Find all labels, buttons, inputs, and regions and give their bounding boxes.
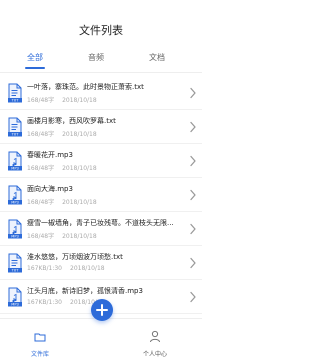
file-list-item[interactable]: TXT 一叶落，寨珠范。此时景物正萧索.txt 168/48字 2018/10/18: [0, 76, 202, 110]
file-kind-badge: TXT: [11, 99, 20, 103]
file-kind-badge: MP3: [11, 167, 19, 171]
chevron-right-icon: [190, 257, 196, 269]
file-date: 2018/10/18: [62, 131, 97, 138]
file-name: 面向大海.mp3: [27, 185, 73, 193]
chevron-right-icon: [190, 189, 196, 201]
audio-file-icon: MP3: [8, 151, 22, 171]
file-size: 167KB/1:30: [27, 299, 62, 306]
file-list-item[interactable]: MP3 春暖花开.mp3 168/48字 2018/10/18: [0, 144, 202, 178]
file-date: 2018/10/18: [62, 165, 97, 172]
nav-label-profile: 个人中心: [142, 351, 167, 358]
file-size: 168/48字: [27, 199, 55, 206]
nav-profile[interactable]: 个人中心: [125, 319, 185, 361]
file-meta: 168/48字 2018/10/18: [27, 231, 105, 240]
file-name: 淮水悠悠，万顷烟波万顷愁.txt: [27, 253, 123, 261]
active-tab-indicator: [25, 67, 45, 69]
nav-label-file-library: 文件库: [30, 351, 49, 358]
tab-documents[interactable]: 文档: [137, 52, 177, 63]
tab-audio[interactable]: 音频: [76, 52, 116, 63]
chevron-right-icon: [190, 223, 196, 235]
text-file-icon: TXT: [8, 253, 22, 273]
file-date: 2018/10/18: [70, 265, 105, 272]
file-name: 一叶落，寨珠范。此时景物正萧索.txt: [27, 83, 144, 91]
nav-file-library[interactable]: 文件库: [10, 319, 70, 361]
file-name: 春暖花开.mp3: [27, 151, 73, 159]
file-size: 168/48字: [27, 131, 55, 138]
user-icon: [150, 330, 160, 343]
chevron-right-icon: [190, 121, 196, 133]
text-file-icon: TXT: [8, 83, 22, 103]
chevron-right-icon: [190, 291, 196, 303]
file-list-item[interactable]: MP3 面向大海.mp3 168/48字 2018/10/18: [0, 178, 202, 212]
file-meta: 168/48字 2018/10/18: [27, 163, 105, 172]
chevron-right-icon: [190, 87, 196, 99]
audio-file-icon: MP3: [8, 287, 22, 307]
file-kind-badge: MP3: [11, 235, 19, 239]
file-meta: 168/48字 2018/10/18: [27, 197, 105, 206]
file-size: 167KB/1:30: [27, 265, 62, 272]
file-list-item[interactable]: TXT 淮水悠悠，万顷烟波万顷愁.txt 167KB/1:30 2018/10/18: [0, 246, 202, 280]
file-meta: 168/48字 2018/10/18: [27, 95, 105, 104]
folder-icon: [34, 333, 46, 342]
file-kind-badge: TXT: [11, 269, 20, 273]
file-meta: 167KB/1:30 2018/10/18: [27, 265, 113, 272]
audio-file-icon: MP3: [8, 219, 22, 239]
file-meta: 168/48字 2018/10/18: [27, 129, 105, 138]
text-file-icon: TXT: [8, 117, 22, 137]
file-size: 168/48字: [27, 165, 55, 172]
add-file-button[interactable]: [91, 299, 113, 321]
page-title: 文件列表: [79, 24, 123, 37]
bottom-nav: 文件库 个人中心: [0, 318, 202, 361]
file-name: 江头月底，新诗旧梦，孤恨清香.mp3: [27, 287, 143, 295]
chevron-right-icon: [190, 155, 196, 167]
file-date: 2018/10/18: [62, 233, 97, 240]
tab-all[interactable]: 全部: [15, 52, 55, 63]
file-list-item[interactable]: MP3 瘦雪一椒墙角，青子已妆残萼。不道枝头无限... 168/48字 2018/10…: [0, 212, 202, 246]
plus-icon: [96, 304, 108, 316]
file-list-item[interactable]: TXT 画楼月影寒，西风吹罗幕.txt 168/48字 2018/10/18: [0, 110, 202, 144]
tab-bar: 全部 音频 文档: [0, 52, 202, 72]
file-kind-badge: MP3: [11, 201, 19, 205]
file-kind-badge: TXT: [11, 133, 20, 137]
file-date: 2018/10/18: [62, 199, 97, 206]
file-size: 168/48字: [27, 97, 55, 104]
tab-divider: [0, 72, 202, 73]
audio-file-icon: MP3: [8, 185, 22, 205]
file-name: 画楼月影寒，西风吹罗幕.txt: [27, 117, 116, 125]
file-kind-badge: MP3: [11, 303, 19, 307]
file-size: 168/48字: [27, 233, 55, 240]
file-name: 瘦雪一椒墙角，青子已妆残萼。不道枝头无限...: [27, 219, 174, 227]
file-date: 2018/10/18: [62, 97, 97, 104]
